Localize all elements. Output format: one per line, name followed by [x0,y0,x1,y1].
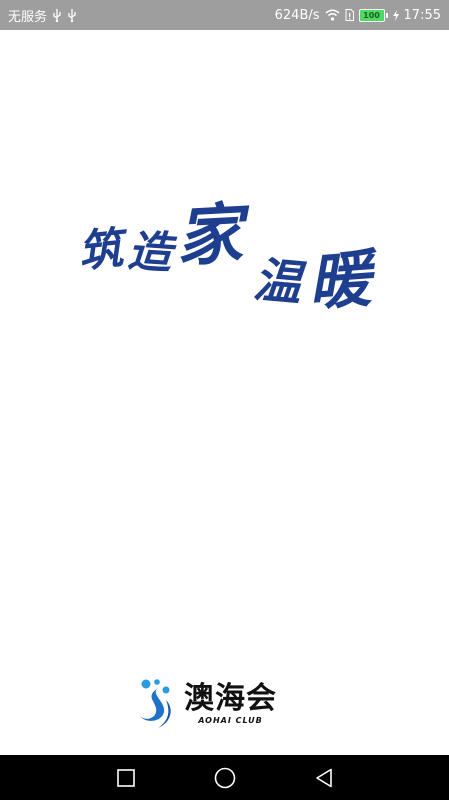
splash-screen: 无服务 624B/s 100 17:55 筑 造 家 温 暖 澳海会 AOHAI… [0,0,449,800]
battery-icon: 100 [358,8,388,22]
back-button[interactable] [312,766,336,790]
brand-subtitle: AOHAI CLUB [198,716,263,725]
brand-logo: 澳海会 AOHAI CLUB [136,676,316,732]
recents-square-icon [116,768,135,787]
usb-icon [52,8,62,22]
home-button[interactable] [213,766,237,790]
recents-button[interactable] [114,766,138,790]
battery-level: 100 [358,8,385,22]
navigation-bar [0,755,449,800]
slogan-calligraphy: 筑 造 家 温 暖 [70,180,390,330]
status-bar: 无服务 624B/s 100 17:55 [0,0,449,30]
battery-tip [385,12,388,18]
wifi-icon [325,9,340,21]
carrier-text: 无服务 [8,9,48,25]
status-right: 624B/s 100 17:55 [275,8,441,23]
slogan-char: 温 [251,251,304,312]
slogan-char: 暖 [305,241,373,320]
usb-icon [67,8,77,22]
charging-icon [392,9,399,21]
status-left: 无服务 [8,6,77,25]
slogan-char: 家 [174,194,245,276]
slogan-char: 造 [125,225,174,280]
network-speed-text: 624B/s [274,7,320,23]
brand-name: 澳海会 [184,681,277,716]
brand-text: 澳海会 AOHAI CLUB [184,682,277,726]
clock-text: 17:55 [403,7,441,23]
aohai-logo-icon [136,678,176,730]
back-triangle-icon [315,768,332,787]
slogan-char: 筑 [75,222,126,279]
sim-icon [345,9,354,21]
home-circle-icon [214,767,235,788]
